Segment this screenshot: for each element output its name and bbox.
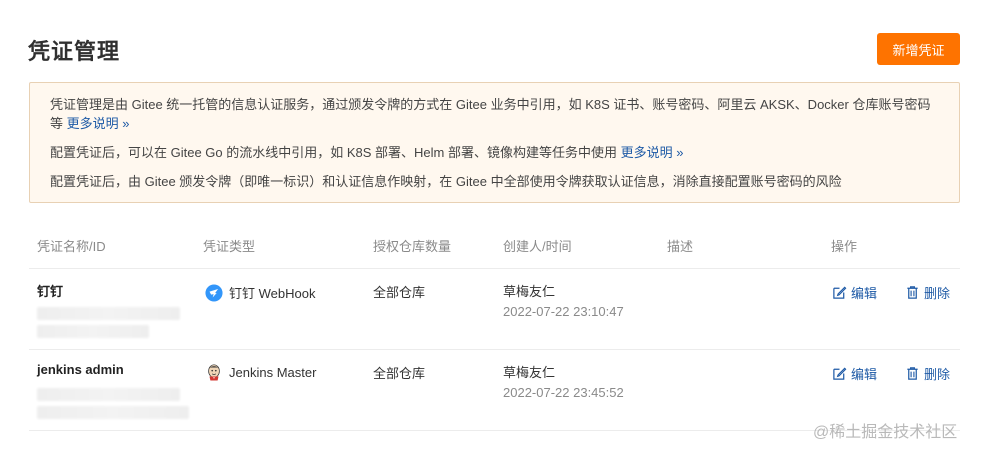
header-actions: 操作: [831, 239, 858, 254]
created-time: 2022-07-22 23:45:52: [503, 385, 624, 400]
credential-type-cell: 钉钉 WebHook: [205, 283, 315, 302]
creator-name: 草梅友仁: [503, 365, 556, 380]
delete-label: 删除: [924, 286, 951, 301]
credential-name-cell: 钉钉: [37, 281, 192, 338]
more-info-link-1[interactable]: 更多说明 »: [67, 116, 130, 131]
info-notice: 凭证管理是由 Gitee 统一托管的信息认证服务，通过颁发令牌的方式在 Gite…: [29, 82, 960, 203]
credential-name-cell: jenkins admin: [37, 362, 192, 419]
blurred-id: [37, 307, 180, 320]
edit-icon: [833, 367, 847, 380]
page-title: 凭证管理: [28, 39, 121, 64]
creator-time-cell: 草梅友仁 2022-07-22 23:45:52: [503, 362, 624, 400]
notice-line-1-text: 凭证管理是由 Gitee 统一托管的信息认证服务，通过颁发令牌的方式在 Gite…: [50, 97, 931, 131]
repo-count: 全部仓库: [373, 285, 426, 300]
edit-label: 编辑: [851, 286, 878, 301]
creator-time-cell: 草梅友仁 2022-07-22 23:10:47: [503, 281, 624, 319]
credential-management-page: 凭证管理 新增凭证 凭证管理是由 Gitee 统一托管的信息认证服务，通过颁发令…: [0, 0, 992, 454]
edit-icon: [833, 286, 847, 299]
header-creator-time: 创建人/时间: [503, 239, 572, 254]
trash-icon: [907, 286, 918, 299]
notice-line-3: 配置凭证后，由 Gitee 颁发令牌（即唯一标识）和认证信息作映射，在 Gite…: [50, 172, 939, 191]
header-description: 描述: [667, 239, 694, 254]
credential-name: jenkins admin: [37, 362, 124, 377]
repo-count: 全部仓库: [373, 366, 426, 381]
credential-type-cell: Jenkins Master: [205, 363, 316, 381]
header-name-id: 凭证名称/ID: [37, 239, 106, 254]
jenkins-icon: [208, 364, 220, 381]
edit-button[interactable]: 编辑: [832, 364, 877, 383]
credential-name: 钉钉: [37, 284, 64, 299]
watermark: @稀土掘金技术社区: [813, 424, 958, 441]
header-type: 凭证类型: [203, 239, 256, 254]
edit-label: 编辑: [851, 367, 878, 382]
created-time: 2022-07-22 23:10:47: [503, 304, 624, 319]
edit-button[interactable]: 编辑: [832, 283, 877, 302]
delete-label: 删除: [924, 367, 951, 382]
more-info-link-2[interactable]: 更多说明 »: [621, 145, 684, 160]
dingtalk-icon: [205, 283, 223, 302]
table-row: 钉钉 钉钉 WebHook 全部仓库 草梅友仁 2022-07-22 23:10…: [29, 269, 960, 350]
notice-line-2-text: 配置凭证后，可以在 Gitee Go 的流水线中引用，如 K8S 部署、Helm…: [50, 145, 617, 160]
creator-name: 草梅友仁: [503, 284, 556, 299]
notice-line-2: 配置凭证后，可以在 Gitee Go 的流水线中引用，如 K8S 部署、Helm…: [50, 143, 939, 162]
credential-type-label: Jenkins Master: [229, 364, 317, 380]
delete-button[interactable]: 删除: [905, 364, 950, 383]
delete-button[interactable]: 删除: [905, 283, 950, 302]
blurred-id: [37, 388, 180, 401]
credential-type-label: 钉钉 WebHook: [229, 286, 316, 301]
blurred-id: [37, 325, 149, 338]
notice-line-3-text: 配置凭证后，由 Gitee 颁发令牌（即唯一标识）和认证信息作映射，在 Gite…: [50, 174, 842, 189]
blurred-id: [37, 406, 189, 419]
trash-icon: [907, 367, 918, 380]
table-header: 凭证名称/ID 凭证类型 授权仓库数量 创建人/时间 描述 操作: [29, 234, 960, 269]
header-repo-count: 授权仓库数量: [373, 239, 452, 254]
notice-line-1: 凭证管理是由 Gitee 统一托管的信息认证服务，通过颁发令牌的方式在 Gite…: [50, 95, 939, 133]
add-credential-button[interactable]: 新增凭证: [877, 33, 960, 65]
